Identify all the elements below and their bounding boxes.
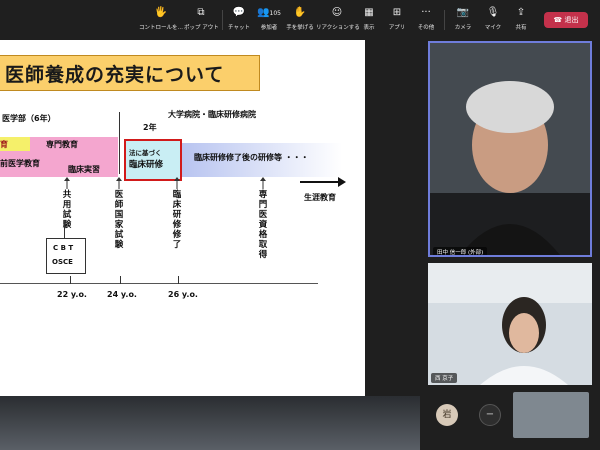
connector-line xyxy=(64,222,65,238)
view-button[interactable]: ▦ 表示 xyxy=(358,6,380,36)
participant-name: 田中 信一郎 (外部) xyxy=(433,247,488,255)
timeline-axis xyxy=(0,283,318,284)
training-complete-label: 臨床研修修了 xyxy=(172,190,182,250)
chat-button[interactable]: 💬 チャット xyxy=(226,6,252,36)
osce-label: OSCE xyxy=(52,258,73,266)
edu-prefix: 育 xyxy=(0,140,8,149)
popout-button[interactable]: ⧉ ポップ アウト xyxy=(184,6,219,36)
age-24-label: 24 y.o. xyxy=(107,290,137,299)
slide-title: 医師養成の充実について xyxy=(5,64,225,86)
hospital-label: 大学病院・臨床研修病院 xyxy=(168,110,256,119)
smile-icon: ☺ xyxy=(331,7,343,18)
share-button[interactable]: ⇪ 共有 xyxy=(510,6,532,36)
control-button[interactable]: 🖐 コントロールを… xyxy=(138,6,184,36)
exam-arrow xyxy=(260,177,266,189)
video-background xyxy=(0,396,420,450)
participant-video-tile[interactable]: 西 京子 xyxy=(428,263,592,385)
participants-label: 参加者 xyxy=(260,25,278,31)
react-label: リアクションする xyxy=(316,25,360,31)
age-22-label: 22 y.o. xyxy=(57,290,87,299)
clinical-practice-label: 臨床実習 xyxy=(68,165,100,174)
hand-pointer-icon: 🖐 xyxy=(154,7,168,18)
leave-label: 退出 xyxy=(564,16,579,24)
share-icon: ⇪ xyxy=(516,7,526,18)
exam-arrow xyxy=(174,177,180,189)
raise-hand-label: 手を挙げる xyxy=(286,25,314,31)
chat-label: チャット xyxy=(228,25,250,31)
clinical-training-box: 法に基づく 臨床研修 xyxy=(124,139,182,181)
more-icon: ··· xyxy=(421,7,431,18)
slide-title-box: 医師養成の充実について xyxy=(0,55,260,91)
phone-icon: ☎ xyxy=(553,16,563,24)
shared-slide: 医師養成の充実について 医学部（6年） 大学病院・臨床研修病院 2年 育 専門教… xyxy=(0,40,365,396)
minimize-icon[interactable]: − xyxy=(479,404,501,426)
camera-button[interactable]: 📷 カメラ xyxy=(452,6,474,36)
participants-button[interactable]: 👥105 参加者 xyxy=(254,6,284,36)
participant-video xyxy=(430,43,590,255)
self-video-preview[interactable] xyxy=(513,392,589,438)
box-small-label: 法に基づく xyxy=(129,149,162,157)
national-exam-label: 医師国家試験 xyxy=(114,190,124,250)
raise-hand-icon: ✋ xyxy=(293,7,307,18)
timeline-tick xyxy=(178,276,179,284)
cbt-osce-box: C B T OSCE xyxy=(46,238,86,274)
control-label: コントロールを… xyxy=(138,25,183,31)
view-label: 表示 xyxy=(363,25,375,31)
mic-button[interactable]: 🎙 マイク xyxy=(482,6,504,36)
post-training-label: 臨床研修修了後の研修等 ・・・ xyxy=(194,153,309,162)
cbt-label: C B T xyxy=(53,244,74,252)
more-label: その他 xyxy=(417,25,435,31)
years-label: 2年 xyxy=(143,123,157,132)
specialized-edu-label: 専門教育 xyxy=(46,140,78,149)
mic-label: マイク xyxy=(484,25,502,31)
leave-button[interactable]: ☎ 退出 xyxy=(544,12,588,28)
divider-line xyxy=(119,112,120,174)
toolbar-divider xyxy=(444,10,445,30)
exam-arrow xyxy=(116,177,122,189)
apps-button[interactable]: ⊞ アプリ xyxy=(386,6,408,36)
participant-count: 105 xyxy=(269,10,281,17)
participants-icon: 👥 xyxy=(257,7,270,18)
apps-label: アプリ xyxy=(388,25,406,31)
popout-icon: ⧉ xyxy=(197,7,205,18)
popout-label: ポップ アウト xyxy=(184,25,219,31)
camera-icon: 📷 xyxy=(456,7,470,18)
apps-icon: ⊞ xyxy=(392,7,402,18)
mic-muted-icon: 🎙 xyxy=(486,7,500,18)
more-button[interactable]: ··· その他 xyxy=(414,6,438,36)
meeting-toolbar: 🖐 コントロールを… ⧉ ポップ アウト 💬 チャット 👥105 参加者 ✋ 手… xyxy=(0,0,600,40)
share-label: 共有 xyxy=(515,25,527,31)
camera-label: カメラ xyxy=(454,25,472,31)
pre-clinical-label: 前医学教育 xyxy=(0,159,40,168)
faculty-label: 医学部（6年） xyxy=(2,114,56,123)
chat-icon: 💬 xyxy=(232,7,246,18)
age-26-label: 26 y.o. xyxy=(168,290,198,299)
react-button[interactable]: ☺ リアクションする xyxy=(316,6,360,36)
specialist-cert-label: 専門医資格取得 xyxy=(258,190,268,260)
exam-arrow xyxy=(64,177,70,189)
box-main-label: 臨床研修 xyxy=(129,160,164,170)
timeline-tick xyxy=(70,276,71,284)
participant-name: 西 京子 xyxy=(431,373,458,383)
participant-video-tile[interactable]: 田中 信一郎 (外部) xyxy=(428,41,592,257)
grid-view-icon: ▦ xyxy=(364,7,374,18)
raise-hand-button[interactable]: ✋ 手を挙げる xyxy=(284,6,316,36)
toolbar-divider xyxy=(222,10,223,30)
timeline-tick xyxy=(120,276,121,284)
lifelong-arrow xyxy=(300,177,346,187)
participant-video xyxy=(428,263,592,385)
self-avatar[interactable]: 岩 xyxy=(436,404,458,426)
lifelong-label: 生涯教育 xyxy=(304,193,336,202)
